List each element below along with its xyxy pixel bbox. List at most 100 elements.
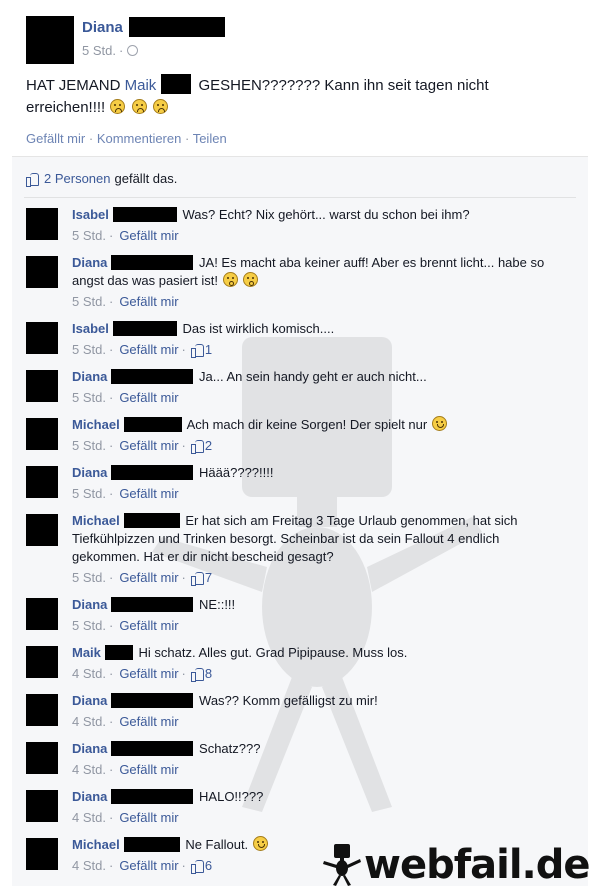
comment-like-button[interactable]: Gefällt mir (119, 858, 178, 873)
comment-like-count[interactable]: 2 (190, 438, 212, 454)
commenter-name[interactable]: Diana (72, 789, 107, 804)
comment-time[interactable]: 4 Std. (72, 714, 106, 729)
thumbs-up-icon (190, 343, 205, 358)
post-mention-link[interactable]: Maik (125, 77, 157, 94)
commenter-name[interactable]: Maik (72, 645, 101, 660)
surprised-emoji-icon (222, 272, 238, 287)
smile-emoji-icon (252, 836, 268, 851)
comment-time[interactable]: 4 Std. (72, 762, 106, 777)
commenter-avatar[interactable] (26, 322, 58, 354)
comment-like-count[interactable]: 8 (190, 666, 213, 682)
comment-meta: 5 Std. · Gefällt mir · 2 (72, 438, 213, 454)
comment-like-button[interactable]: Gefällt mir (119, 486, 178, 501)
commenter-name[interactable]: Diana (72, 597, 107, 612)
commenter-avatar[interactable] (26, 742, 58, 774)
comments-panel: 2 Personen gefällt das. Isabel Was? Echt… (12, 156, 588, 886)
comment-meta: 4 Std. · Gefällt mir (72, 714, 179, 729)
commenter-avatar[interactable] (26, 838, 58, 870)
post-timestamp[interactable]: 5 Std. (82, 43, 116, 58)
comment-like-button[interactable]: Gefällt mir (119, 294, 178, 309)
comment-time[interactable]: 5 Std. (72, 570, 106, 585)
likes-suffix: gefällt das. (114, 171, 178, 186)
comment-text-block: Michael Ach mach dir keine Sorgen! Der s… (72, 416, 566, 434)
comment-text: Was?? Komm gefälligst zu mir! (199, 693, 378, 708)
thumbs-up-icon (190, 859, 205, 874)
comment-text: Hi schatz. Alles gut. Grad Pipipause. Mu… (138, 645, 408, 660)
commenter-name[interactable]: Isabel (72, 321, 109, 336)
commenter-avatar[interactable] (26, 256, 58, 288)
comment-time[interactable]: 5 Std. (72, 390, 106, 405)
comment-time[interactable]: 5 Std. (72, 486, 106, 501)
commenter-avatar[interactable] (26, 370, 58, 402)
comment-like-count[interactable]: 7 (190, 570, 212, 586)
redacted-surname (111, 741, 194, 756)
commenter-avatar[interactable] (26, 790, 58, 822)
comment-time[interactable]: 5 Std. (72, 618, 106, 633)
commenter-name[interactable]: Michael (72, 837, 120, 852)
commenter-name[interactable]: Diana (72, 369, 107, 384)
surprised-emoji-icon (243, 272, 259, 287)
comment-text-block: Diana JA! Es macht aba keiner auff! Aber… (72, 254, 566, 290)
comment-text: HALO!!??? (199, 789, 264, 804)
commenter-name[interactable]: Diana (72, 741, 107, 756)
commenter-avatar[interactable] (26, 418, 58, 450)
comment-like-button[interactable]: Gefällt mir (119, 228, 178, 243)
commenter-name[interactable]: Diana (72, 465, 107, 480)
comment-like-button[interactable]: Gefällt mir (119, 810, 178, 825)
commenter-avatar[interactable] (26, 466, 58, 498)
comment-time[interactable]: 5 Std. (72, 342, 106, 357)
commenter-name[interactable]: Isabel (72, 207, 109, 222)
commenter-name[interactable]: Michael (72, 417, 120, 432)
comment-time[interactable]: 4 Std. (72, 666, 106, 681)
comment-like-button[interactable]: Gefällt mir (119, 390, 178, 405)
comment-like-button[interactable]: Gefällt mir (119, 618, 178, 633)
divider (24, 197, 576, 198)
comment-like-button[interactable]: Gefällt mir (119, 666, 178, 681)
commenter-avatar[interactable] (26, 598, 58, 630)
comment-like-count[interactable]: 6 (190, 858, 212, 874)
comment-like-count[interactable]: 1 (190, 342, 213, 358)
redacted-surname (112, 207, 177, 222)
redacted-surname (111, 789, 194, 804)
post-text-start: HAT JEMAND (26, 77, 125, 94)
commenter-name[interactable]: Diana (72, 693, 107, 708)
redacted-surname (123, 417, 182, 432)
comment-time[interactable]: 5 Std. (72, 438, 106, 453)
comment-time[interactable]: 5 Std. (72, 228, 106, 243)
redacted-surname (111, 255, 194, 270)
like-count-value: 1 (204, 342, 213, 357)
post-author-name[interactable]: Diana (82, 19, 123, 36)
comment-like-button[interactable]: Gefällt mir (119, 342, 178, 357)
post-body: HAT JEMAND Maik GESHEN??????? Kann ihn s… (26, 74, 566, 119)
comment-time[interactable]: 4 Std. (72, 858, 106, 873)
comment-like-button[interactable]: Gefällt mir (119, 714, 178, 729)
comment-like-button[interactable]: Gefällt mir (119, 570, 178, 585)
comment-text-block: Michael Er hat sich am Freitag 3 Tage Ur… (72, 512, 566, 566)
comment-text: Ne Fallout. (185, 837, 249, 852)
author-avatar[interactable] (26, 16, 74, 64)
comment-text: Häää????!!!! (199, 465, 274, 480)
globe-icon[interactable] (127, 45, 139, 56)
share-action[interactable]: Teilen (193, 131, 227, 146)
comment-like-button[interactable]: Gefällt mir (119, 438, 178, 453)
likers-link[interactable]: 2 Personen (44, 171, 111, 186)
redacted-mention-surname (161, 74, 192, 94)
comment-time[interactable]: 4 Std. (72, 810, 106, 825)
comment-text-block: Isabel Was? Echt? Nix gehört... warst du… (72, 206, 566, 224)
like-action[interactable]: Gefällt mir (26, 131, 85, 146)
comment-meta: 5 Std. · Gefällt mir (72, 294, 179, 309)
commenter-name[interactable]: Michael (72, 513, 120, 528)
comment-meta: 5 Std. · Gefällt mir (72, 228, 179, 243)
sad-emoji-icon (110, 99, 126, 114)
comment-action[interactable]: Kommentieren (97, 131, 182, 146)
commenter-name[interactable]: Diana (72, 255, 107, 270)
commenter-avatar[interactable] (26, 694, 58, 726)
post-header: Diana 5 Std. · (26, 16, 225, 64)
like-count-value: 8 (204, 666, 213, 681)
commenter-avatar[interactable] (26, 514, 58, 546)
comment-time[interactable]: 5 Std. (72, 294, 106, 309)
commenter-avatar[interactable] (26, 208, 58, 240)
comment-like-button[interactable]: Gefällt mir (119, 762, 178, 777)
commenter-avatar[interactable] (26, 646, 58, 678)
redacted-surname (104, 645, 133, 660)
